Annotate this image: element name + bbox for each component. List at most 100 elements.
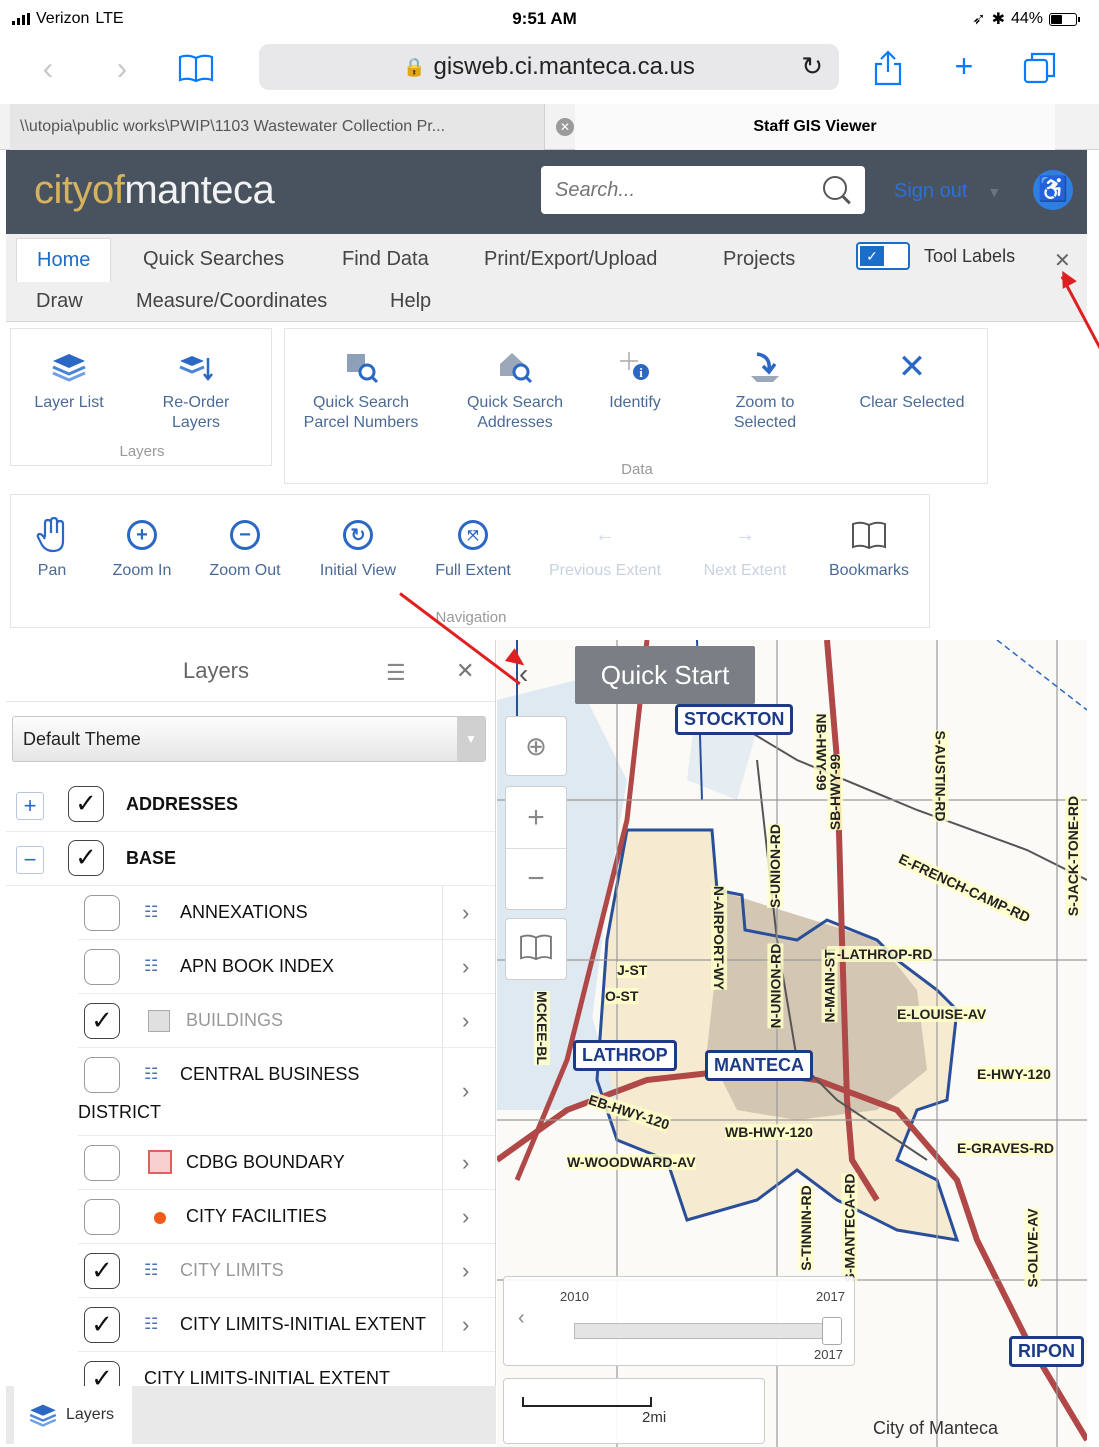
layer-checkbox-addresses[interactable]: ✓ <box>68 786 104 822</box>
layer-checkbox-city-limits-initial-extent[interactable]: ✓ <box>84 1307 120 1343</box>
address-bar[interactable]: 🔒 gisweb.ci.manteca.ca.us ↻ <box>259 44 839 90</box>
road-label: E-LATHROP-RD <box>827 946 933 962</box>
chevron-right-icon[interactable]: › <box>462 900 469 926</box>
chevron-right-icon[interactable]: › <box>462 954 469 980</box>
theme-select[interactable]: Default Theme ▼ <box>12 716 486 762</box>
new-tab-icon[interactable]: + <box>944 46 984 86</box>
layer-checkbox-annexations[interactable] <box>84 895 120 931</box>
layers-footer-button[interactable]: Layers <box>14 1386 132 1444</box>
city-label-ripon: RIPON <box>1009 1336 1085 1367</box>
map-zoom-in-icon[interactable]: + <box>506 787 566 849</box>
road-label-vertical: N-UNION-RD <box>767 943 784 1029</box>
close-tab-icon[interactable]: ✕ <box>556 118 574 136</box>
layers-panel-header: Layers ☰ ✕ <box>6 640 495 702</box>
reorder-layers-button[interactable]: Re-Order Layers <box>141 347 251 433</box>
accessibility-icon[interactable]: ♿ <box>1033 170 1073 210</box>
road-label: E-GRAVES-RD <box>957 1140 1054 1156</box>
menu-lines-icon[interactable]: ☰ <box>386 660 406 686</box>
zoom-in-button[interactable]: + Zoom In <box>97 515 187 581</box>
road-label: W-WOODWARD-AV <box>567 1154 696 1170</box>
tab-projects[interactable]: Projects <box>723 248 795 271</box>
layer-row: ✓ ☷ CITY LIMITS › <box>78 1244 495 1298</box>
caret-down-icon: ▼ <box>987 184 1002 200</box>
chevron-right-icon[interactable]: › <box>462 1312 469 1338</box>
expand-plus-icon[interactable]: + <box>16 792 44 820</box>
full-extent-button[interactable]: ⤧ Full Extent <box>423 515 523 581</box>
ribbon-group-data: Quick Search Parcel Numbers Quick Search… <box>284 328 988 484</box>
sign-out-menu[interactable]: Sign out ▼ <box>894 180 1001 203</box>
time-slider-widget: ‹ 2010 2017 2017 <box>503 1276 855 1366</box>
quick-start-button[interactable]: Quick Start <box>575 646 755 704</box>
layer-checkbox-cdbg-boundary[interactable] <box>84 1145 120 1181</box>
chevron-right-icon[interactable]: › <box>462 1078 469 1104</box>
layer-list-button[interactable]: Layer List <box>19 347 119 413</box>
close-panel-icon[interactable]: ✕ <box>456 658 474 684</box>
initial-view-button[interactable]: ↻ Initial View <box>303 515 413 581</box>
layer-checkbox-city-limits[interactable]: ✓ <box>84 1253 120 1289</box>
layers-stack-icon <box>19 347 119 387</box>
zoom-control: + − <box>505 786 567 910</box>
quick-search-parcel-button[interactable]: Quick Search Parcel Numbers <box>299 347 423 433</box>
identify-button[interactable]: i Identify <box>585 347 685 413</box>
chevron-right-icon[interactable]: › <box>462 1150 469 1176</box>
bookmarks-book-icon[interactable] <box>176 48 216 88</box>
reload-icon[interactable]: ↻ <box>801 51 823 82</box>
tab-help[interactable]: Help <box>390 290 431 313</box>
search-input[interactable] <box>555 178 823 202</box>
time-slider-track[interactable] <box>574 1323 840 1339</box>
layer-checkbox-central-business-district[interactable] <box>84 1057 120 1093</box>
tab-quick-searches[interactable]: Quick Searches <box>143 248 284 271</box>
share-icon[interactable] <box>868 48 908 88</box>
search-icon[interactable] <box>823 176 851 204</box>
layer-checkbox-apn-book-index[interactable] <box>84 949 120 985</box>
battery-percent: 44% <box>1010 10 1043 27</box>
browser-tab-active[interactable]: Staff GIS Viewer <box>575 104 1055 150</box>
tabs-overview-icon[interactable] <box>1020 48 1060 88</box>
chevron-right-icon[interactable]: › <box>462 1204 469 1230</box>
time-slider-handle[interactable] <box>822 1317 842 1345</box>
check-icon: ✓ <box>860 246 884 266</box>
carrier: Verizon <box>36 10 90 27</box>
road-label-vertical: S-MANTECA-RD <box>841 1173 858 1283</box>
zoom-out-button[interactable]: − Zoom Out <box>197 515 293 581</box>
quick-search-addresses-button[interactable]: Quick Search Addresses <box>453 347 577 433</box>
previous-extent-button[interactable]: ← Previous Extent <box>537 515 673 581</box>
bookmarks-button[interactable]: Bookmarks <box>817 515 921 581</box>
pan-button[interactable]: Pan <box>11 515 93 581</box>
next-extent-button[interactable]: → Next Extent <box>687 515 803 581</box>
map-view[interactable]: ‹ Quick Start ⊕ + − STOCKTON LATHROP MAN… <box>497 640 1087 1447</box>
zoom-to-selected-button[interactable]: Zoom to Selected <box>713 347 817 433</box>
chevron-right-icon[interactable]: › <box>462 1258 469 1284</box>
layer-label: ADDRESSES <box>126 794 239 814</box>
layer-checkbox-buildings[interactable]: ✓ <box>84 1003 120 1039</box>
search-box <box>541 166 865 214</box>
forward-icon[interactable]: › <box>102 48 142 88</box>
back-icon[interactable]: ‹ <box>28 48 68 88</box>
road-label: O-ST <box>605 988 639 1004</box>
locate-icon[interactable]: ⊕ <box>505 716 567 776</box>
tool-labels-label: Tool Labels <box>924 246 1016 266</box>
legend-point <box>154 1212 166 1224</box>
layer-checkbox-base[interactable]: ✓ <box>68 840 104 876</box>
tool-labels-toggle[interactable]: ✓ <box>856 242 910 270</box>
chevron-right-icon[interactable]: › <box>462 1008 469 1034</box>
city-label-stockton: STOCKTON <box>675 704 794 735</box>
clear-selected-button[interactable]: ✕ Clear Selected <box>845 347 979 413</box>
tab-draw[interactable]: Draw <box>36 290 83 313</box>
zoom-in-icon: + <box>127 520 157 550</box>
tab-print-export-upload[interactable]: Print/Export/Upload <box>484 248 657 271</box>
map-bookmarks-icon[interactable] <box>505 918 567 980</box>
clock: 9:51 AM <box>512 9 577 28</box>
layer-checkbox-city-facilities[interactable] <box>84 1199 120 1235</box>
browser-tab-inactive[interactable]: \\utopia\public works\PWIP\1103 Wastewat… <box>10 104 545 150</box>
map-zoom-out-icon[interactable]: − <box>506 849 566 909</box>
location-icon: ➶ <box>972 11 986 28</box>
time-slider-back-icon[interactable]: ‹ <box>518 1307 525 1330</box>
tab-home[interactable]: Home <box>16 238 112 282</box>
forward-arrow-icon: → <box>735 524 755 546</box>
tab-measure-coordinates[interactable]: Measure/Coordinates <box>136 290 327 313</box>
tab-find-data[interactable]: Find Data <box>342 248 429 271</box>
layer-checkbox-city-limits-initial-extent-2[interactable]: ✓ <box>84 1361 120 1386</box>
back-arrow-icon: ← <box>595 524 615 546</box>
collapse-minus-icon[interactable]: − <box>16 846 44 874</box>
